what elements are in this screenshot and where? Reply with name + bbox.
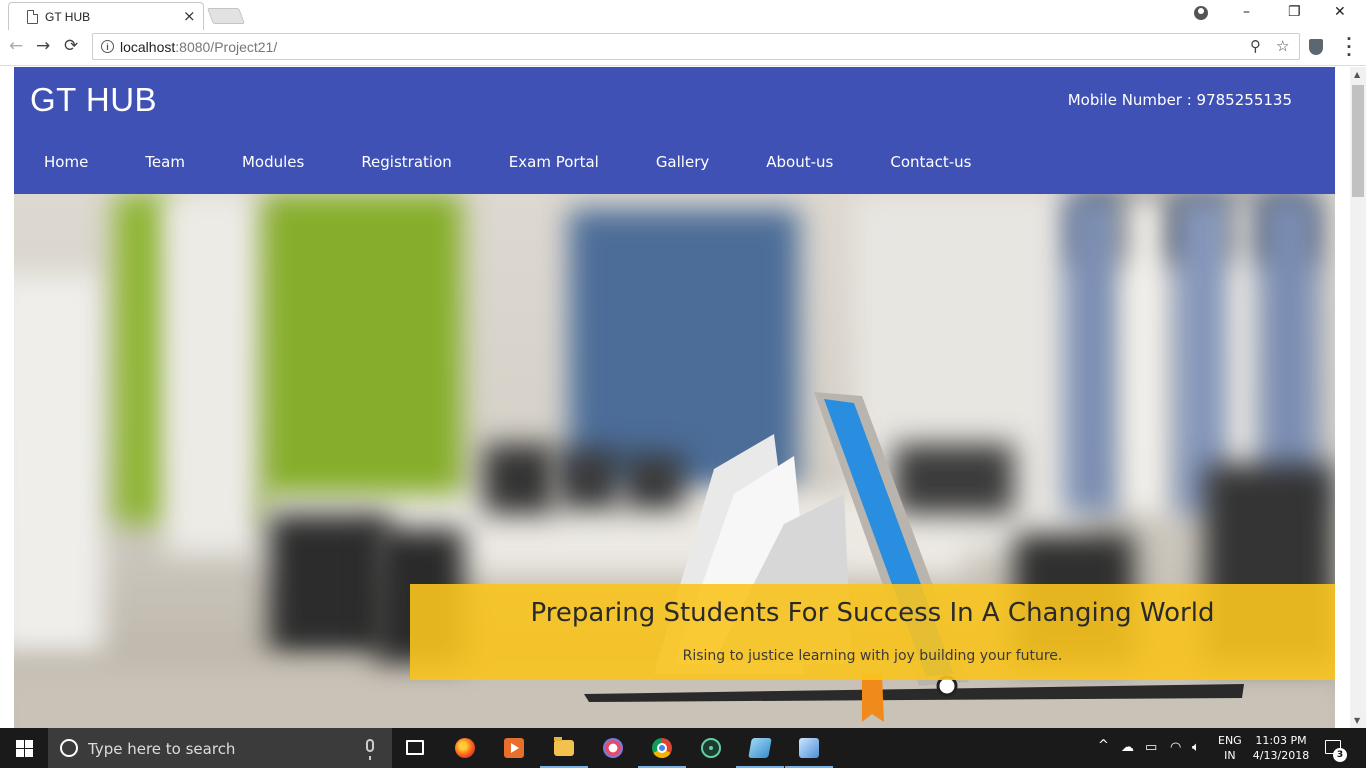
onedrive-cloud-icon[interactable]: ☁ <box>1121 740 1134 755</box>
virtualbox-icon <box>799 738 819 758</box>
address-bar[interactable]: i localhost:8080/Project21/ ⚲ ☆ <box>92 33 1300 60</box>
browser-menu-icon[interactable]: · · · <box>1346 32 1352 63</box>
mobile-number: Mobile Number : 9785255135 <box>1067 91 1292 109</box>
system-clock[interactable]: 11:03 PM 4/13/2018 <box>1250 733 1312 763</box>
back-icon[interactable]: ← <box>9 36 23 56</box>
extension-shield-icon[interactable] <box>1309 39 1323 55</box>
media-player-icon <box>504 738 524 758</box>
microphone-icon[interactable] <box>366 739 374 760</box>
taskbar-virtualbox[interactable] <box>785 728 833 768</box>
hero-title: Preparing Students For Success In A Chan… <box>530 598 1215 628</box>
notification-count-badge: 3 <box>1333 748 1347 762</box>
tab-title: GT HUB <box>45 10 91 24</box>
site-header: GT HUB Mobile Number : 9785255135 Home T… <box>14 67 1335 194</box>
main-nav: Home Team Modules Registration Exam Port… <box>14 143 971 179</box>
nav-contact-us[interactable]: Contact-us <box>890 143 971 179</box>
nav-gallery[interactable]: Gallery <box>656 143 709 179</box>
language-code: ENG <box>1218 734 1242 747</box>
maximize-button[interactable]: ❐ <box>1288 4 1301 20</box>
windows-logo-icon <box>16 740 33 757</box>
new-tab-button[interactable] <box>207 8 245 24</box>
browser-tabstrip: GT HUB × – ❐ ✕ <box>0 0 1366 30</box>
forward-icon[interactable]: → <box>36 36 50 56</box>
tray-chevron-icon[interactable]: ^ <box>1098 738 1109 753</box>
hero-banner: Preparing Students For Success In A Chan… <box>14 194 1335 728</box>
paint-icon <box>603 738 623 758</box>
windows-taskbar: Type here to search ^ ☁ ▭ ◠ 🔈︎ ENG IN 11… <box>0 728 1366 768</box>
page-scrollbar[interactable]: ▲ ▼ <box>1350 67 1366 728</box>
close-window-button[interactable]: ✕ <box>1334 4 1346 20</box>
browser-tab[interactable]: GT HUB × <box>8 2 204 30</box>
taskbar-file-explorer[interactable] <box>540 728 588 768</box>
page-viewport: GT HUB Mobile Number : 9785255135 Home T… <box>0 67 1350 728</box>
folder-icon <box>554 737 574 756</box>
taskbar-chrome[interactable] <box>638 728 686 768</box>
page-icon <box>27 10 38 24</box>
nav-modules[interactable]: Modules <box>242 143 304 179</box>
cortana-icon <box>60 739 78 757</box>
volume-icon[interactable]: 🔈︎ <box>1192 740 1200 755</box>
taskbar-paint[interactable] <box>589 728 637 768</box>
chrome-icon <box>652 738 672 758</box>
laptop-base <box>584 684 1244 702</box>
search-placeholder: Type here to search <box>88 740 236 758</box>
clock-time: 11:03 PM <box>1255 734 1307 747</box>
site-brand[interactable]: GT HUB <box>30 81 157 119</box>
nav-exam-portal[interactable]: Exam Portal <box>509 143 599 179</box>
scroll-down-arrow-icon[interactable]: ▼ <box>1354 716 1360 725</box>
hero-subtitle: Rising to justice learning with joy buil… <box>682 648 1063 664</box>
zoom-icon[interactable]: ⚲ <box>1250 37 1261 55</box>
url-host: localhost <box>120 39 176 55</box>
scroll-thumb[interactable] <box>1352 85 1364 197</box>
taskbar-firefox[interactable] <box>441 728 489 768</box>
language-indicator[interactable]: ENG IN <box>1218 733 1242 763</box>
profile-icon[interactable] <box>1194 6 1208 20</box>
firefox-icon <box>455 738 475 758</box>
bookmark-star-icon[interactable]: ☆ <box>1276 37 1289 55</box>
nav-home[interactable]: Home <box>44 143 88 179</box>
editor-icon <box>748 738 772 758</box>
battery-icon[interactable]: ▭ <box>1145 740 1157 755</box>
task-view-button[interactable] <box>392 728 440 768</box>
atom-icon <box>701 738 721 758</box>
clock-date: 4/13/2018 <box>1252 749 1310 762</box>
nav-team[interactable]: Team <box>145 143 185 179</box>
minimize-button[interactable]: – <box>1243 4 1250 20</box>
language-region: IN <box>1224 749 1236 762</box>
task-view-icon <box>406 740 424 755</box>
taskbar-search[interactable]: Type here to search <box>48 728 392 768</box>
nav-about-us[interactable]: About-us <box>766 143 833 179</box>
taskbar-media-player[interactable] <box>490 728 538 768</box>
wifi-icon[interactable]: ◠ <box>1170 740 1181 755</box>
nav-registration[interactable]: Registration <box>361 143 451 179</box>
taskbar-editor[interactable] <box>736 728 784 768</box>
taskbar-atom[interactable] <box>687 728 735 768</box>
browser-toolbar: ← → ⟳ i localhost:8080/Project21/ ⚲ ☆ · ·… <box>0 30 1366 66</box>
start-button[interactable] <box>0 728 48 768</box>
hero-caption: Preparing Students For Success In A Chan… <box>410 584 1335 680</box>
url-text[interactable]: localhost:8080/Project21/ <box>120 39 277 55</box>
reload-icon[interactable]: ⟳ <box>64 36 78 56</box>
scroll-up-arrow-icon[interactable]: ▲ <box>1354 70 1360 79</box>
tab-close-icon[interactable]: × <box>183 8 196 24</box>
info-icon[interactable]: i <box>101 40 114 53</box>
url-path: :8080/Project21/ <box>175 39 278 55</box>
bookmark-ribbon <box>862 674 884 722</box>
